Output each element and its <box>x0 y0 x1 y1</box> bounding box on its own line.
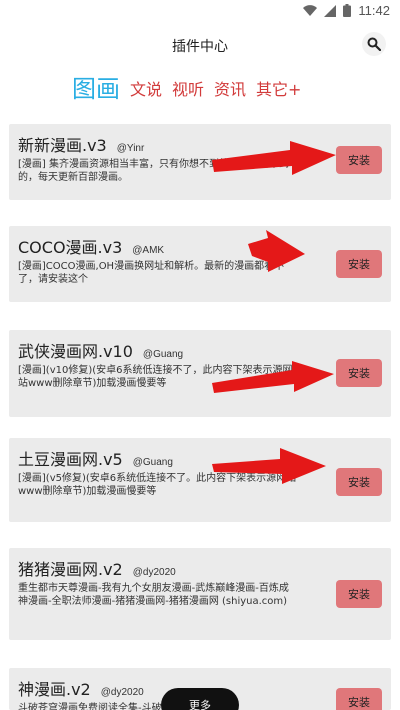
signal-icon <box>324 4 337 17</box>
header: 插件中心 <box>0 28 400 64</box>
status-icons: 11:42 <box>303 3 390 18</box>
search-button[interactable] <box>362 32 386 56</box>
install-button[interactable]: 安装 <box>336 580 382 608</box>
plugin-description: 重生都市天尊漫画-我有九个女朋友漫画-武炼巅峰漫画-百炼成神漫画-全职法师漫画-… <box>18 583 289 607</box>
install-button[interactable]: 安装 <box>336 359 382 387</box>
plugin-card: 武侠漫画网.v10 @Guang [漫画](v10修复)(安卓6系统低连接不了，此… <box>9 330 391 417</box>
plugin-card: 土豆漫画网.v5 @Guang [漫画](v5修复)(安卓6系统低连接不了。此内容… <box>9 438 391 522</box>
plugin-card: COCO漫画.v3 @AMK [漫画]COCO漫画,OH漫画换网址和解析。最新的漫… <box>9 226 391 302</box>
plugin-name: COCO漫画.v3 <box>18 238 123 257</box>
plugin-name: 神漫画.v2 <box>18 680 91 699</box>
plugin-author: @dy2020 <box>132 567 176 578</box>
battery-icon <box>343 4 352 17</box>
plugin-description: 斗破苍穹漫画免费阅读全集-斗破苍穹漫画 <box>18 703 202 710</box>
plugin-description: [漫画] 集齐漫画资源相当丰富，只有你想不到的，没有看不到的，每天更新百部漫画。 <box>18 159 289 183</box>
tab-tuhua[interactable]: 图画 <box>72 69 120 104</box>
plugin-name: 新新漫画.v3 <box>18 136 107 155</box>
category-tabs: 图画 文说 视听 资讯 其它+ <box>72 68 301 104</box>
search-icon <box>367 37 381 51</box>
tab-zixun[interactable]: 资讯 <box>214 76 246 104</box>
status-time: 11:42 <box>358 3 390 18</box>
install-button[interactable]: 安装 <box>336 468 382 496</box>
status-bar: 11:42 <box>0 0 400 24</box>
plugin-description: [漫画]COCO漫画,OH漫画换网址和解析。最新的漫画都看不了，请安装这个 <box>18 261 285 285</box>
tab-shiting[interactable]: 视听 <box>172 76 204 104</box>
install-button[interactable]: 安装 <box>336 688 382 710</box>
install-button[interactable]: 安装 <box>336 250 382 278</box>
plugin-author: @AMK <box>132 245 165 256</box>
plugin-description: [漫画](v10修复)(安卓6系统低连接不了，此内容下架表示源网站www删除章节… <box>18 365 293 389</box>
tab-wenshuo[interactable]: 文说 <box>130 76 162 104</box>
plugin-author: @dy2020 <box>100 687 144 698</box>
plugin-description: [漫画](v5修复)(安卓6系统低连接不了。此内容下架表示源网站www删除章节)… <box>18 473 297 497</box>
plugin-author: @Guang <box>142 349 184 360</box>
plugin-name: 武侠漫画网.v10 <box>18 342 133 361</box>
more-button[interactable]: 更多 <box>161 688 239 710</box>
wifi-icon <box>303 5 318 16</box>
plugin-card: 新新漫画.v3 @Yinr [漫画] 集齐漫画资源相当丰富，只有你想不到的，没有看… <box>9 124 391 200</box>
plugin-author: @Guang <box>132 457 173 468</box>
plugin-card: 猪猪漫画网.v2 @dy2020 重生都市天尊漫画-我有九个女朋友漫画-武炼巅峰漫… <box>9 548 391 640</box>
install-button[interactable]: 安装 <box>336 146 382 174</box>
page-title: 插件中心 <box>172 39 228 55</box>
plugin-name: 猪猪漫画网.v2 <box>18 560 123 579</box>
plugin-author: @Yinr <box>116 143 145 154</box>
plugin-name: 土豆漫画网.v5 <box>18 450 123 469</box>
tab-qita[interactable]: 其它+ <box>256 76 301 104</box>
